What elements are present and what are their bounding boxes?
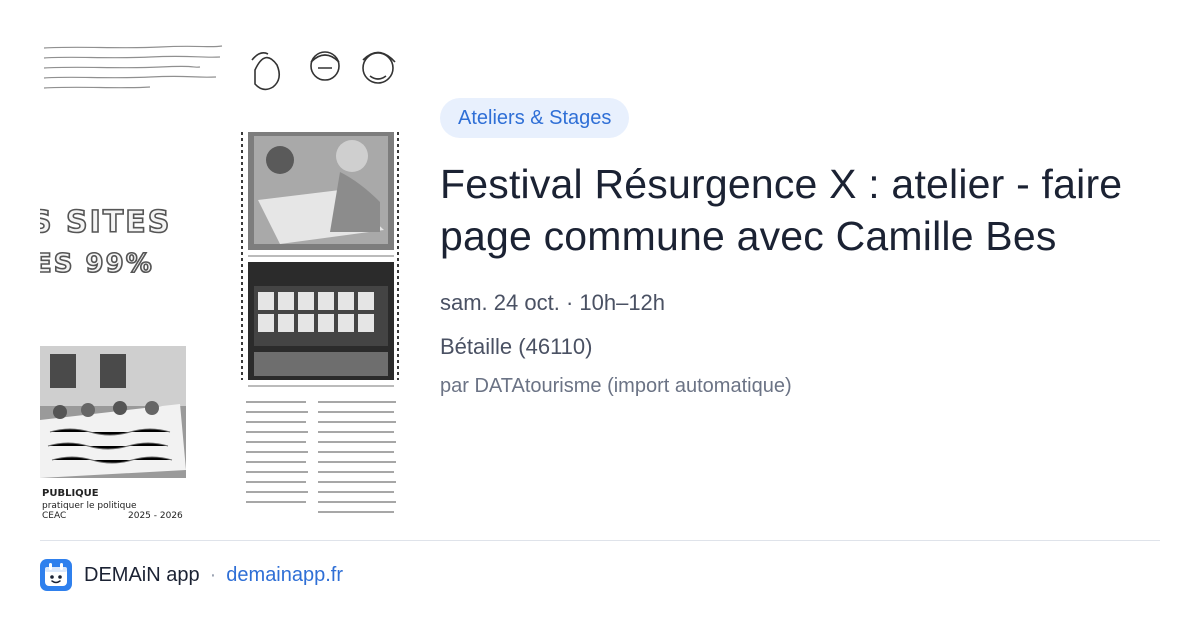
- event-date-time: sam. 24 oct. · 10h–12h: [440, 290, 666, 315]
- app-name: DEMAiN app: [84, 563, 200, 586]
- category-badge[interactable]: Ateliers & Stages: [440, 98, 630, 138]
- app-url-link[interactable]: demainapp.fr: [226, 564, 343, 587]
- poster-caption-years: 2025 - 2026: [128, 511, 183, 520]
- poster-caption-1: PUBLIQUE: [42, 488, 99, 499]
- footer-separator: ·: [209, 563, 217, 586]
- event-title[interactable]: Festival Résurgence X : atelier - faire …: [440, 158, 1160, 262]
- poster-headline-2: ES 99%: [40, 249, 154, 279]
- event-location: Bétaille (46110): [440, 334, 593, 359]
- event-source: par DATAtourisme (import automatique): [440, 375, 792, 397]
- poster-headline-1: S SITES: [40, 205, 171, 240]
- link-preview-card[interactable]: S SITES ES 99% PUBLIQUE pratiquer le pol…: [0, 0, 1200, 630]
- event-info: Ateliers & Stages Festival Résurgence X …: [440, 98, 1160, 400]
- event-poster-image: S SITES ES 99% PUBLIQUE pratiquer le pol…: [40, 40, 400, 520]
- poster-caption-2: pratiquer le politique: [42, 501, 137, 511]
- footer: DEMAiN app · demainapp.fr: [40, 558, 343, 592]
- poster-caption-3: CEAC: [42, 511, 66, 520]
- footer-divider: [40, 540, 1160, 541]
- demain-app-icon: [40, 559, 72, 591]
